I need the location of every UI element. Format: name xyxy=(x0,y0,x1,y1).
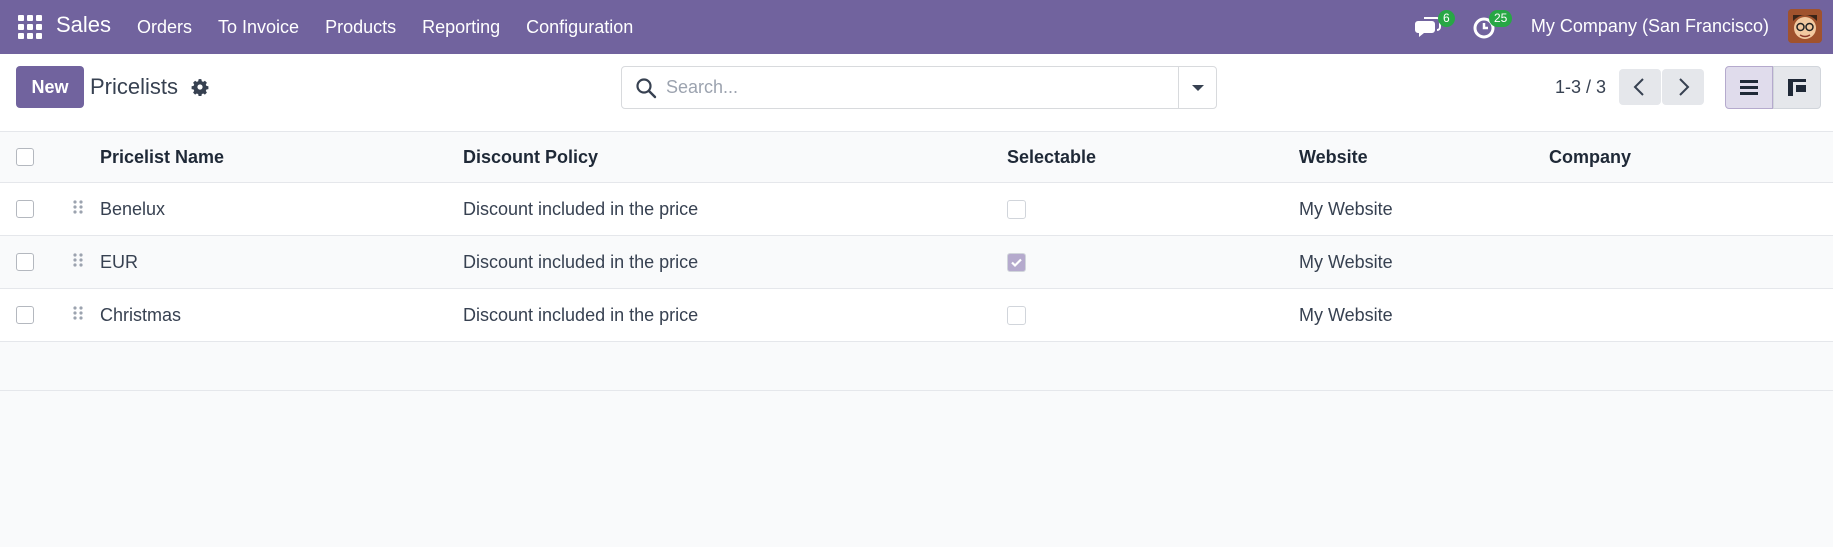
selectable-checkbox xyxy=(1007,200,1026,219)
selectable-checkbox xyxy=(1007,306,1026,325)
column-pricelist-name[interactable]: Pricelist Name xyxy=(100,132,224,182)
column-discount-policy[interactable]: Discount Policy xyxy=(463,132,598,182)
row-checkbox[interactable] xyxy=(16,253,34,271)
company-switcher[interactable]: My Company (San Francisco) xyxy=(1531,0,1769,52)
select-all-checkbox[interactable] xyxy=(16,148,34,166)
column-selectable[interactable]: Selectable xyxy=(1007,132,1096,182)
top-navbar: Sales Orders To Invoice Products Reporti… xyxy=(0,0,1833,54)
control-panel: New Pricelists 1-3 / 3 xyxy=(0,54,1833,132)
column-company[interactable]: Company xyxy=(1549,132,1631,182)
chevron-right-icon xyxy=(1679,78,1690,96)
pricelist-table: Pricelist Name Discount Policy Selectabl… xyxy=(0,132,1833,391)
cell-discount-policy: Discount included in the price xyxy=(463,252,699,272)
search-options-toggle[interactable] xyxy=(1178,67,1216,108)
cell-website: My Website xyxy=(1299,199,1393,219)
user-avatar[interactable] xyxy=(1788,9,1822,43)
chevron-left-icon xyxy=(1633,78,1644,96)
menu-configuration[interactable]: Configuration xyxy=(513,0,646,54)
table-row[interactable]: Benelux Discount included in the price M… xyxy=(0,183,1833,236)
table-empty-row xyxy=(0,342,1833,391)
app-grid-icon[interactable] xyxy=(18,15,42,39)
kanban-icon xyxy=(1788,79,1806,96)
search-bar xyxy=(621,66,1217,109)
cell-website: My Website xyxy=(1299,252,1393,272)
cell-pricelist-name: Christmas xyxy=(100,305,182,325)
gear-icon[interactable] xyxy=(191,78,209,96)
search-icon xyxy=(636,78,657,99)
table-header: Pricelist Name Discount Policy Selectabl… xyxy=(0,132,1833,183)
menu-products[interactable]: Products xyxy=(312,0,409,54)
list-view-button[interactable] xyxy=(1725,66,1773,109)
app-brand[interactable]: Sales xyxy=(56,12,111,38)
drag-handle-icon[interactable] xyxy=(73,253,83,271)
table-row[interactable]: EUR Discount included in the price My We… xyxy=(0,236,1833,289)
row-checkbox[interactable] xyxy=(16,306,34,324)
pager-next-button[interactable] xyxy=(1662,69,1704,105)
cell-pricelist-name: EUR xyxy=(100,252,139,272)
menu-to-invoice[interactable]: To Invoice xyxy=(205,0,312,54)
checkmark-icon xyxy=(1011,258,1022,268)
column-website[interactable]: Website xyxy=(1299,132,1368,182)
new-button[interactable]: New xyxy=(16,66,84,108)
activities-button[interactable]: 25 xyxy=(1471,10,1513,41)
search-input[interactable] xyxy=(666,67,1166,108)
selectable-checkbox xyxy=(1007,253,1026,272)
cell-pricelist-name: Benelux xyxy=(100,199,166,219)
row-checkbox[interactable] xyxy=(16,200,34,218)
activities-badge: 25 xyxy=(1489,10,1513,27)
cell-discount-policy: Discount included in the price xyxy=(463,305,699,325)
cell-website: My Website xyxy=(1299,305,1393,325)
page-title[interactable]: Pricelists xyxy=(90,74,178,100)
menu-orders[interactable]: Orders xyxy=(124,0,205,54)
list-icon xyxy=(1740,80,1758,95)
drag-handle-icon[interactable] xyxy=(73,306,83,324)
pager-value[interactable]: 1-3 / 3 xyxy=(1555,77,1606,98)
drag-handle-icon[interactable] xyxy=(73,200,83,218)
messages-button[interactable]: 6 xyxy=(1414,10,1455,41)
main-menu: Orders To Invoice Products Reporting Con… xyxy=(124,0,646,54)
kanban-view-button[interactable] xyxy=(1773,66,1821,109)
pager-previous-button[interactable] xyxy=(1619,69,1661,105)
cell-discount-policy: Discount included in the price xyxy=(463,199,699,219)
messages-badge: 6 xyxy=(1438,10,1455,27)
table-row[interactable]: Christmas Discount included in the price… xyxy=(0,289,1833,342)
menu-reporting[interactable]: Reporting xyxy=(409,0,513,54)
